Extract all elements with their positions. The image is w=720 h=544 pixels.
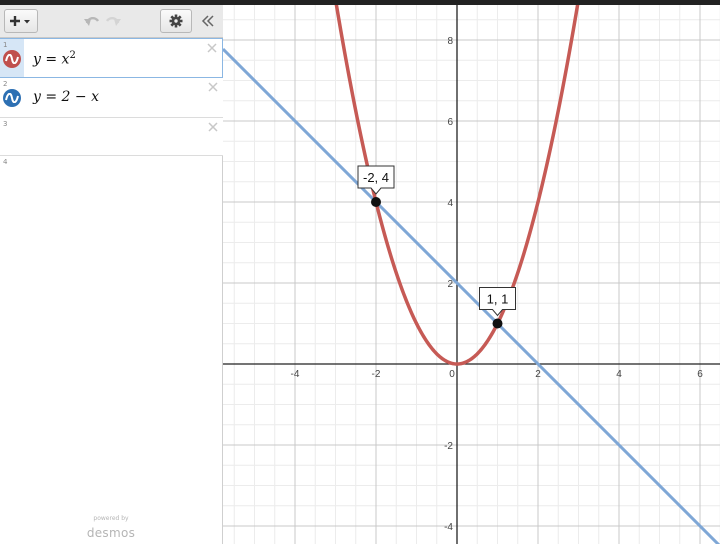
expression-tab[interactable]: 1: [0, 39, 24, 77]
minor-grid: [223, 5, 720, 544]
settings-button[interactable]: [160, 9, 192, 33]
graph-paper[interactable]: -4 -2 0 2 4 6 8 6 4 2 -2 -4 -2, 4 1, 1: [223, 5, 720, 544]
tick-labels: -4 -2 0 2 4 68642-2-4: [291, 36, 704, 533]
y-tick-label: -2: [444, 441, 453, 452]
y-tick-label: -4: [444, 522, 453, 533]
axes: [223, 5, 720, 544]
x-tick-label: -4: [291, 369, 300, 380]
expression-number: 3: [3, 120, 8, 128]
point-label-text: -2, 4: [363, 170, 389, 185]
expression-number: 4: [3, 158, 8, 166]
point-label-text: 1, 1: [487, 292, 509, 307]
graph-color-icon[interactable]: [3, 50, 21, 68]
gear-icon: [169, 14, 183, 28]
graph-color-icon[interactable]: [3, 89, 21, 107]
plus-dropdown-icon: [10, 16, 30, 26]
y-tick-label: 6: [447, 117, 453, 128]
major-grid: [223, 5, 720, 544]
x-tick-label: 2: [535, 369, 541, 380]
powered-by-text: powered by: [93, 515, 129, 522]
undo-button[interactable]: [82, 12, 102, 30]
expression-lhs: y = x: [33, 51, 70, 68]
graph-canvas[interactable]: -4 -2 0 2 4 68642-2-4 -2, 41, 1: [223, 5, 720, 544]
redo-button[interactable]: [103, 12, 123, 30]
expression-row-2[interactable]: 2 y = 2 − x: [0, 78, 223, 118]
expression-list: 1 y = x2 2 y = 2 − x 3 4: [0, 38, 223, 194]
x-tick-label: 0: [449, 369, 455, 380]
expression-number: 2: [3, 80, 8, 88]
expression-exponent: 2: [69, 50, 76, 61]
expression-row-3[interactable]: 3: [0, 118, 223, 156]
close-icon[interactable]: [206, 42, 218, 54]
y-tick-label: 4: [447, 198, 453, 209]
add-item-button[interactable]: [4, 9, 38, 33]
line-graph-y-2-minus-x[interactable]: [223, 47, 720, 544]
powered-by-logo: powered by desmos: [84, 515, 138, 541]
expression-sidebar: 1 y = x2 2 y = 2 − x 3 4 powered by desm…: [0, 5, 223, 544]
expression-row-4[interactable]: 4: [0, 156, 223, 194]
expression-math[interactable]: y = 2 − x: [33, 89, 99, 105]
intersection-point[interactable]: [492, 318, 503, 329]
expression-math[interactable]: y = x2: [33, 50, 76, 68]
expression-tab[interactable]: 4: [0, 156, 24, 194]
intersection-point[interactable]: [371, 197, 381, 207]
desmos-logo: desmos: [86, 526, 136, 540]
x-tick-label: -2: [372, 369, 381, 380]
undo-icon: [84, 16, 100, 26]
expression-number: 1: [3, 41, 8, 49]
redo-icon: [105, 16, 121, 26]
x-tick-label: 4: [616, 369, 622, 380]
expression-toolbar: [0, 5, 223, 38]
y-tick-label: 8: [447, 36, 453, 47]
expression-lhs: y = 2 − x: [33, 89, 99, 105]
double-chevron-left-icon: [201, 15, 214, 27]
expression-tab[interactable]: 3: [0, 118, 24, 155]
collapse-sidebar-button[interactable]: [198, 12, 218, 30]
expression-row-1[interactable]: 1 y = x2: [0, 38, 223, 78]
expression-tab[interactable]: 2: [0, 78, 24, 117]
close-icon[interactable]: [207, 121, 219, 133]
x-tick-label: 6: [697, 369, 703, 380]
close-icon[interactable]: [207, 81, 219, 93]
